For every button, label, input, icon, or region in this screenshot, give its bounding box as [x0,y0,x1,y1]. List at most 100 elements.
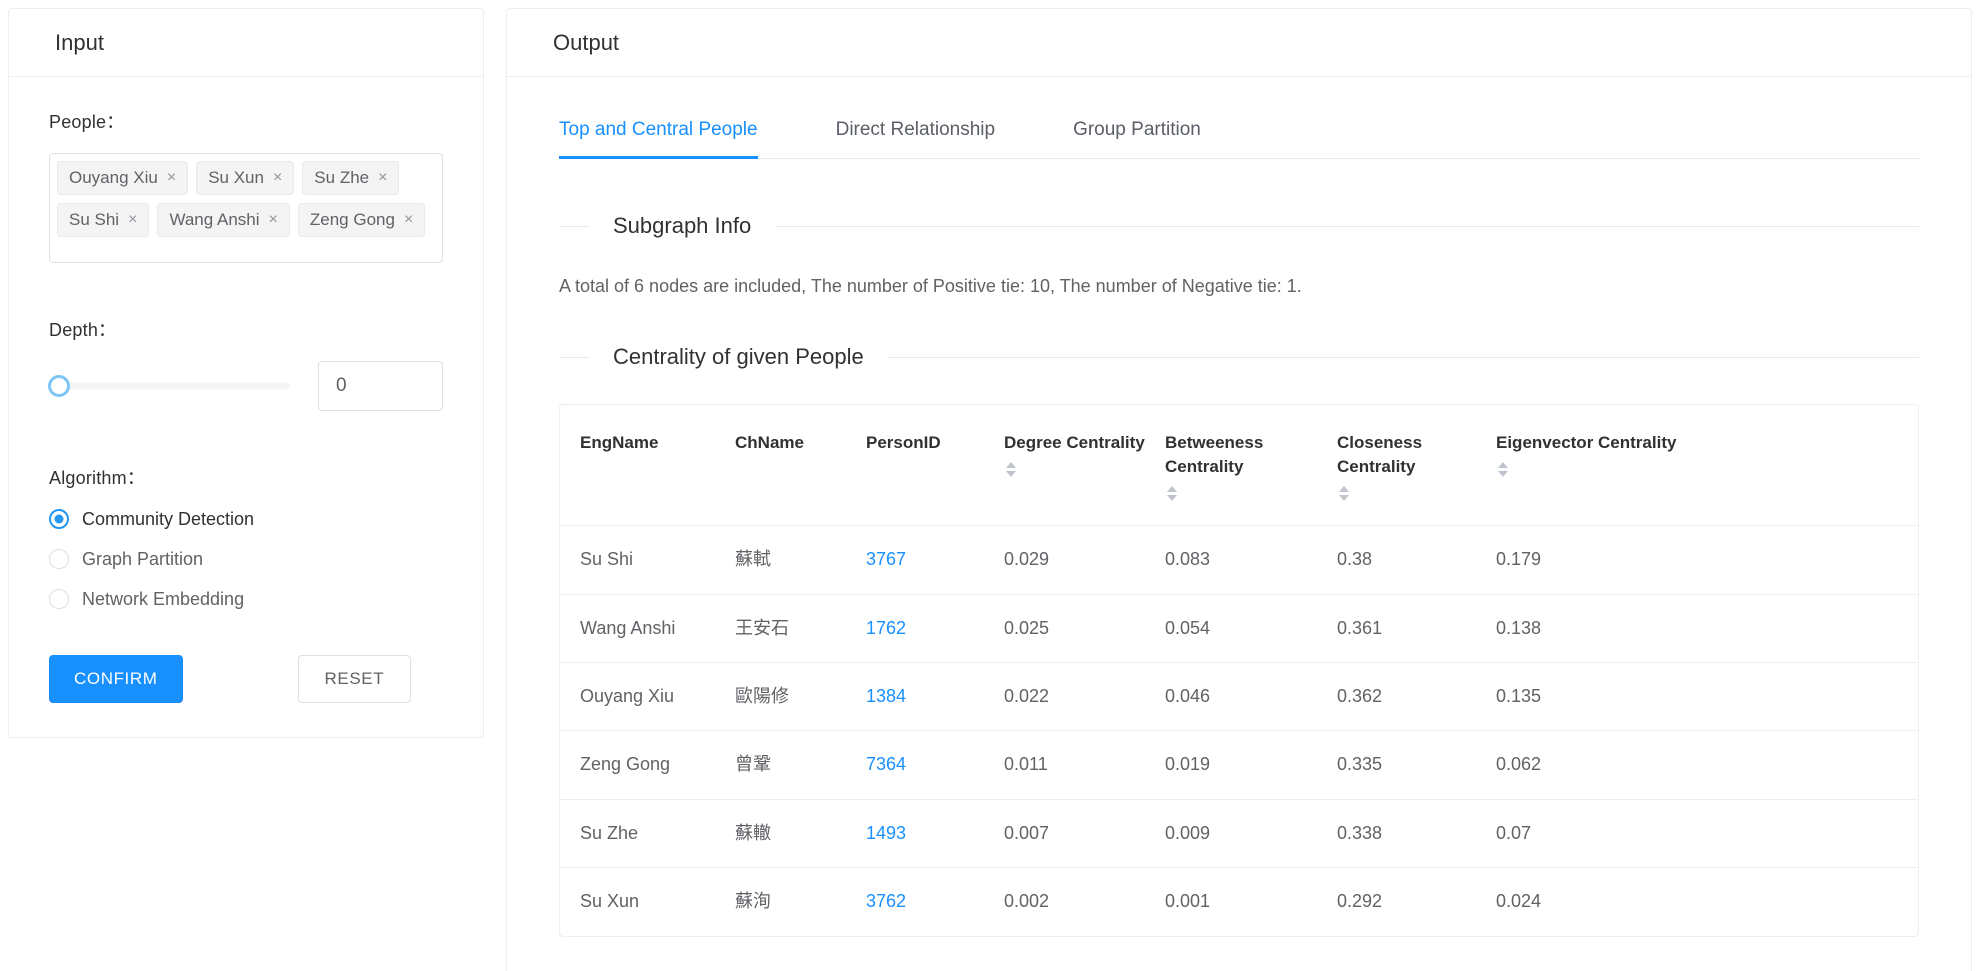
cell-chname: 蘇洵 [735,891,771,912]
col-chname: ChName [735,405,866,527]
cell-chname: 蘇軾 [735,525,866,595]
person-link[interactable]: 1384 [866,686,906,706]
sort-icon[interactable] [1337,486,1351,502]
table-row: Zeng Gong 曾鞏 7364 0.011 0.019 0.335 0.06… [560,730,1918,800]
cell-engname: Su Shi [560,525,735,595]
cell-degree: 0.025 [1004,594,1165,664]
close-icon[interactable]: × [404,212,413,228]
input-panel-header: Input [9,9,483,77]
cell-personid[interactable]: 7364 [866,730,1004,800]
cell-betweeness: 0.019 [1165,730,1337,800]
confirm-button[interactable]: CONFIRM [49,655,183,703]
table-head: EngName ChName PersonID Degree Centralit… [560,405,1918,527]
cell-eigenvector: 0.062 [1496,730,1918,800]
close-icon[interactable]: × [273,170,282,186]
cell-betweeness: 0.046 [1165,662,1337,732]
tab-top-and-central-people[interactable]: Top and Central People [559,107,758,159]
cell-degree: 0.022 [1004,662,1165,732]
person-tag-label: Su Zhe [314,168,370,187]
algorithm-radio-group: Community Detection Graph Partition Netw… [49,509,443,609]
person-tag-label: Wang Anshi [169,210,260,229]
person-tag[interactable]: Su Xun × [196,161,295,195]
output-panel-header: Output [507,9,1971,77]
cell-chname: 歐陽修 [735,662,866,732]
col-closeness-centrality[interactable]: Closeness Centrality [1337,405,1496,527]
radio-graph-partition[interactable]: Graph Partition [49,549,443,569]
depth-slider[interactable] [48,373,291,399]
sort-icon[interactable] [1165,486,1179,502]
person-tag[interactable]: Ouyang Xiu × [57,161,189,195]
person-tag-label: Ouyang Xiu [69,168,158,187]
person-tag[interactable]: Su Zhe × [302,161,400,195]
input-panel: Input People： Ouyang Xiu × Su Xun × Su Z… [8,8,484,738]
tab-group-partition[interactable]: Group Partition [1073,107,1201,158]
radio-label: Community Detection [82,509,255,529]
table-row: Su Shi 蘇軾 3767 0.029 0.083 0.38 0.179 [560,525,1918,595]
depth-input[interactable]: 0 [318,361,443,411]
action-buttons: CONFIRM RESET [49,655,443,703]
cell-engname: Ouyang Xiu [560,662,735,732]
radio-icon [49,509,69,529]
cell-engname: Su Xun [580,891,640,912]
centrality-table: EngName ChName PersonID Degree Centralit… [560,405,1918,936]
depth-label: Depth： [49,320,117,340]
cell-personid[interactable]: 1762 [866,594,1004,664]
tab-direct-relationship[interactable]: Direct Relationship [836,107,995,158]
cell-chname: 曾鞏 [735,730,866,800]
cell-eigenvector: 0.07 [1496,799,1918,869]
cell-betweeness: 0.009 [1165,799,1337,869]
person-link[interactable]: 7364 [866,754,906,774]
cell-eigenvector: 0.024 [1496,891,1542,912]
subgraph-info-title: Subgraph Info [613,213,752,238]
person-tag[interactable]: Su Shi × [57,203,150,237]
subgraph-info-heading: Subgraph Info [559,213,1919,239]
cell-personid[interactable]: 3767 [866,525,1004,595]
person-tag[interactable]: Zeng Gong × [297,203,426,237]
cell-eigenvector: 0.135 [1496,662,1918,732]
close-icon[interactable]: × [167,170,176,186]
table-row: Su Xun 蘇洵 3762 0.002 0.001 0.292 0.024 [560,868,1918,936]
sort-icon[interactable] [1004,462,1018,478]
centrality-heading: Centrality of given People [559,344,1919,370]
sort-icon[interactable] [1496,462,1510,478]
close-icon[interactable]: × [269,212,278,228]
cell-closeness: 0.38 [1337,525,1496,595]
cell-engname: Su Zhe [560,799,735,869]
divider-line-left [559,225,589,227]
radio-network-embedding[interactable]: Network Embedding [49,589,443,609]
output-tabs: Top and Central People Direct Relationsh… [559,107,1919,159]
depth-slider-handle[interactable] [48,375,70,397]
cell-personid[interactable]: 3762 [866,868,1004,936]
cell-closeness: 0.361 [1337,594,1496,664]
cell-eigenvector: 0.138 [1496,594,1918,664]
centrality-table-card: EngName ChName PersonID Degree Centralit… [559,404,1919,937]
cell-personid[interactable]: 1384 [866,662,1004,732]
cell-closeness: 0.292 [1337,891,1383,912]
person-tag[interactable]: Wang Anshi × [157,203,290,237]
person-link[interactable]: 1493 [866,823,906,843]
algorithm-label: Algorithm： [49,468,146,488]
close-icon[interactable]: × [128,212,137,228]
people-tags-input[interactable]: Ouyang Xiu × Su Xun × Su Zhe × Su Shi × … [49,153,443,263]
col-betweeness-centrality[interactable]: Betweeness Centrality [1165,405,1337,527]
reset-button[interactable]: RESET [297,655,412,703]
radio-community-detection[interactable]: Community Detection [49,509,443,529]
person-link[interactable]: 3767 [866,549,906,569]
person-link[interactable]: 1762 [866,618,906,638]
depth-slider-rail[interactable] [49,382,291,390]
col-eigenvector-centrality[interactable]: Eigenvector Centrality [1496,405,1918,527]
cell-eigenvector: 0.179 [1496,525,1918,595]
col-engname: EngName [560,405,735,527]
radio-icon [49,589,69,609]
person-link[interactable]: 3762 [866,891,906,911]
cell-personid[interactable]: 1493 [866,799,1004,869]
cell-engname: Wang Anshi [560,594,735,664]
table-row: Su Zhe 蘇轍 1493 0.007 0.009 0.338 0.07 [560,799,1918,869]
cell-degree: 0.011 [1004,730,1165,800]
cell-degree: 0.007 [1004,799,1165,869]
table-header-row: EngName ChName PersonID Degree Centralit… [560,405,1918,527]
input-panel-body: People： Ouyang Xiu × Su Xun × Su Zhe × S… [9,77,483,737]
close-icon[interactable]: × [378,170,387,186]
col-degree-centrality[interactable]: Degree Centrality [1004,405,1165,527]
